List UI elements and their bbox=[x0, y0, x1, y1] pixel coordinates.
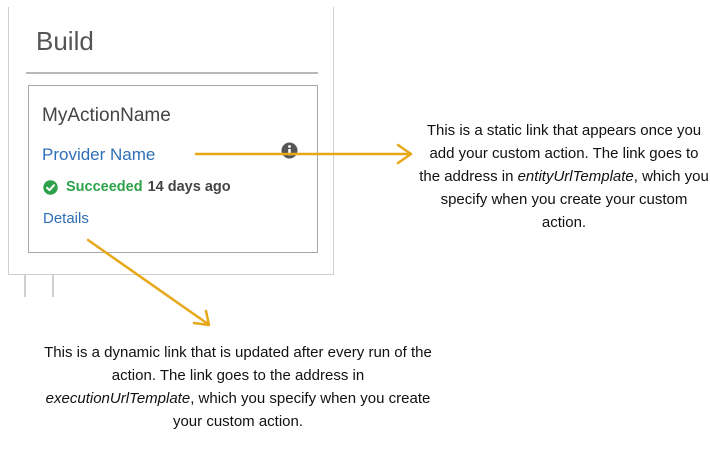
annotation-text: This is a dynamic link that is updated a… bbox=[44, 344, 432, 384]
details-link[interactable]: Details bbox=[43, 211, 89, 226]
status-label: Succeeded bbox=[66, 178, 143, 195]
status-time: 14 days ago bbox=[147, 178, 231, 195]
check-circle-icon bbox=[43, 179, 58, 195]
dynamic-link-annotation: This is a dynamic link that is updated a… bbox=[38, 341, 438, 433]
annotation-field-name: executionUrlTemplate bbox=[45, 390, 191, 407]
provider-name-link[interactable]: Provider Name bbox=[42, 146, 155, 163]
stage-connector-right bbox=[52, 275, 54, 297]
annotation-field-name: entityUrlTemplate bbox=[517, 168, 634, 185]
status-row: Succeeded 14 days ago bbox=[43, 178, 231, 196]
static-link-annotation: This is a static link that appears once … bbox=[418, 119, 710, 234]
stage-connector-left bbox=[24, 275, 26, 297]
action-name: MyActionName bbox=[42, 105, 171, 126]
stage-title: Build bbox=[36, 26, 94, 56]
stage-divider bbox=[26, 72, 318, 74]
annotation-text: , which you specify when you create your… bbox=[172, 390, 431, 430]
info-circle-icon[interactable] bbox=[281, 142, 298, 159]
